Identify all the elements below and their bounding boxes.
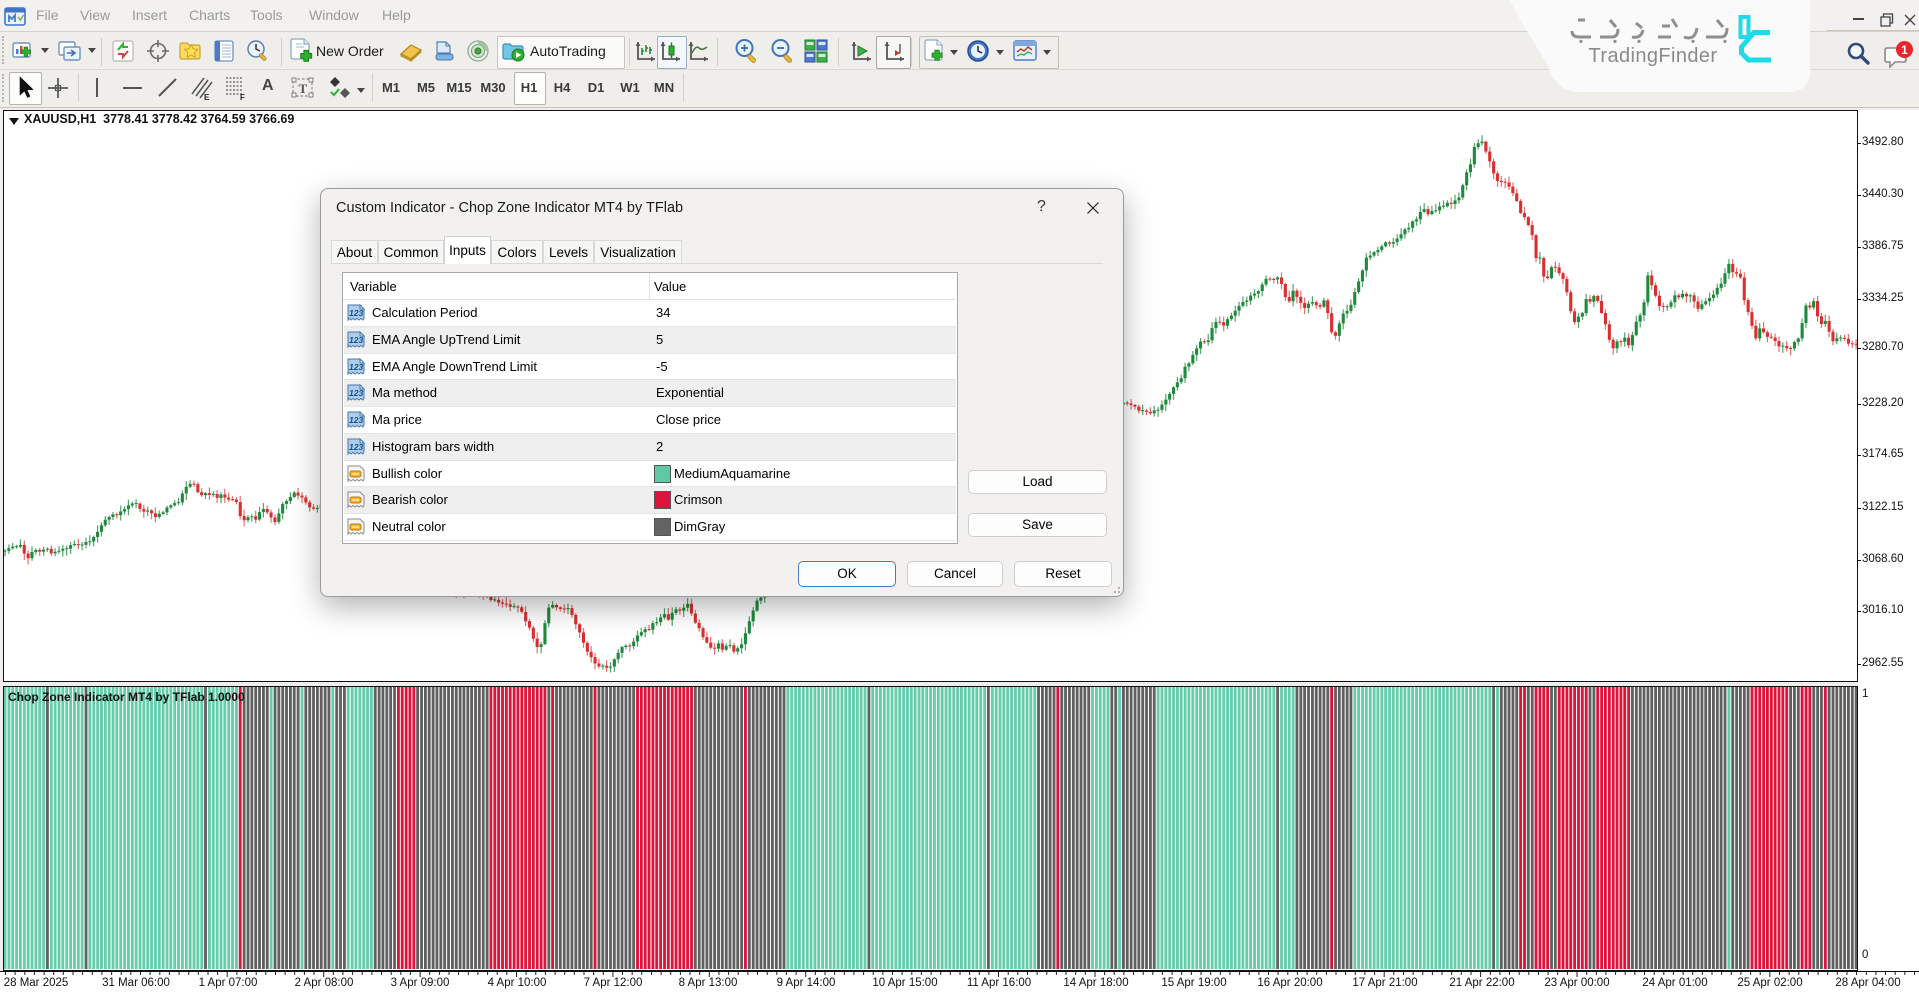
- svg-text:T: T: [299, 81, 308, 96]
- svg-text:E: E: [204, 93, 210, 102]
- svg-text:F: F: [240, 93, 245, 102]
